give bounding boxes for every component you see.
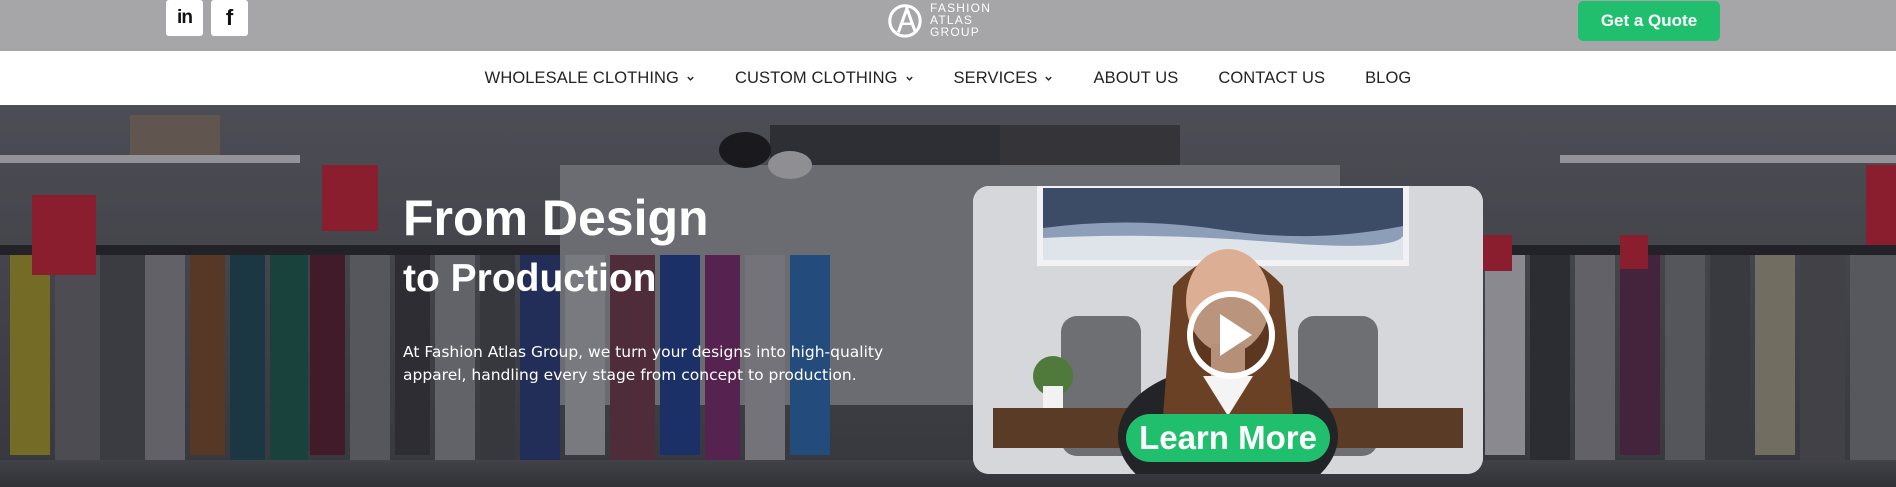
learn-more-button[interactable]: Learn More: [1126, 414, 1330, 462]
nav-item-contact-us[interactable]: CONTACT US: [1198, 69, 1345, 88]
site-logo[interactable]: FASHION ATLAS GROUP: [886, 0, 991, 40]
hero-title: From Design: [403, 190, 709, 246]
hero-overlay: [0, 105, 1896, 487]
nav-item-label: WHOLESALE CLOTHING: [484, 68, 679, 87]
nav-item-custom-clothing[interactable]: CUSTOM CLOTHING: [715, 69, 934, 88]
nav-item-label: CUSTOM CLOTHING: [734, 68, 898, 87]
nav-item-label: CONTACT US: [1218, 68, 1326, 87]
nav-item-wholesale-clothing[interactable]: WHOLESALE CLOTHING: [465, 69, 715, 88]
play-icon[interactable]: [1186, 290, 1276, 380]
nav-item-services[interactable]: SERVICES: [934, 69, 1074, 88]
nav-item-label: BLOG: [1365, 68, 1412, 87]
nav-item-label: ABOUT US: [1093, 68, 1179, 87]
chevron-down-icon: [905, 76, 913, 81]
hero-description: At Fashion Atlas Group, we turn your des…: [403, 343, 884, 384]
linkedin-icon[interactable]: in: [166, 0, 203, 36]
hero-section: From Design to Production At Fashion Atl…: [0, 105, 1896, 487]
facebook-icon[interactable]: f: [211, 0, 248, 36]
nav-item-blog[interactable]: BLOG: [1345, 69, 1431, 88]
logo-text: FASHION ATLAS GROUP: [930, 2, 991, 38]
logo-text-line3: GROUP: [930, 25, 981, 39]
nav-item-label: SERVICES: [953, 68, 1038, 87]
chevron-down-icon: [687, 76, 694, 81]
main-nav: WHOLESALE CLOTHING CUSTOM CLOTHING SERVI…: [0, 51, 1896, 105]
logo-mark-icon: [888, 4, 922, 38]
top-bar: in f FASHION ATLAS GROUP Get a Quote: [0, 0, 1896, 51]
chevron-down-icon: [1045, 76, 1053, 81]
hero-subtitle: to Production: [403, 257, 657, 300]
get-a-quote-button[interactable]: Get a Quote: [1578, 1, 1720, 41]
page: in f FASHION ATLAS GROUP Get a Quote WHO…: [0, 0, 1896, 487]
nav-item-about-us[interactable]: ABOUT US: [1073, 69, 1198, 88]
